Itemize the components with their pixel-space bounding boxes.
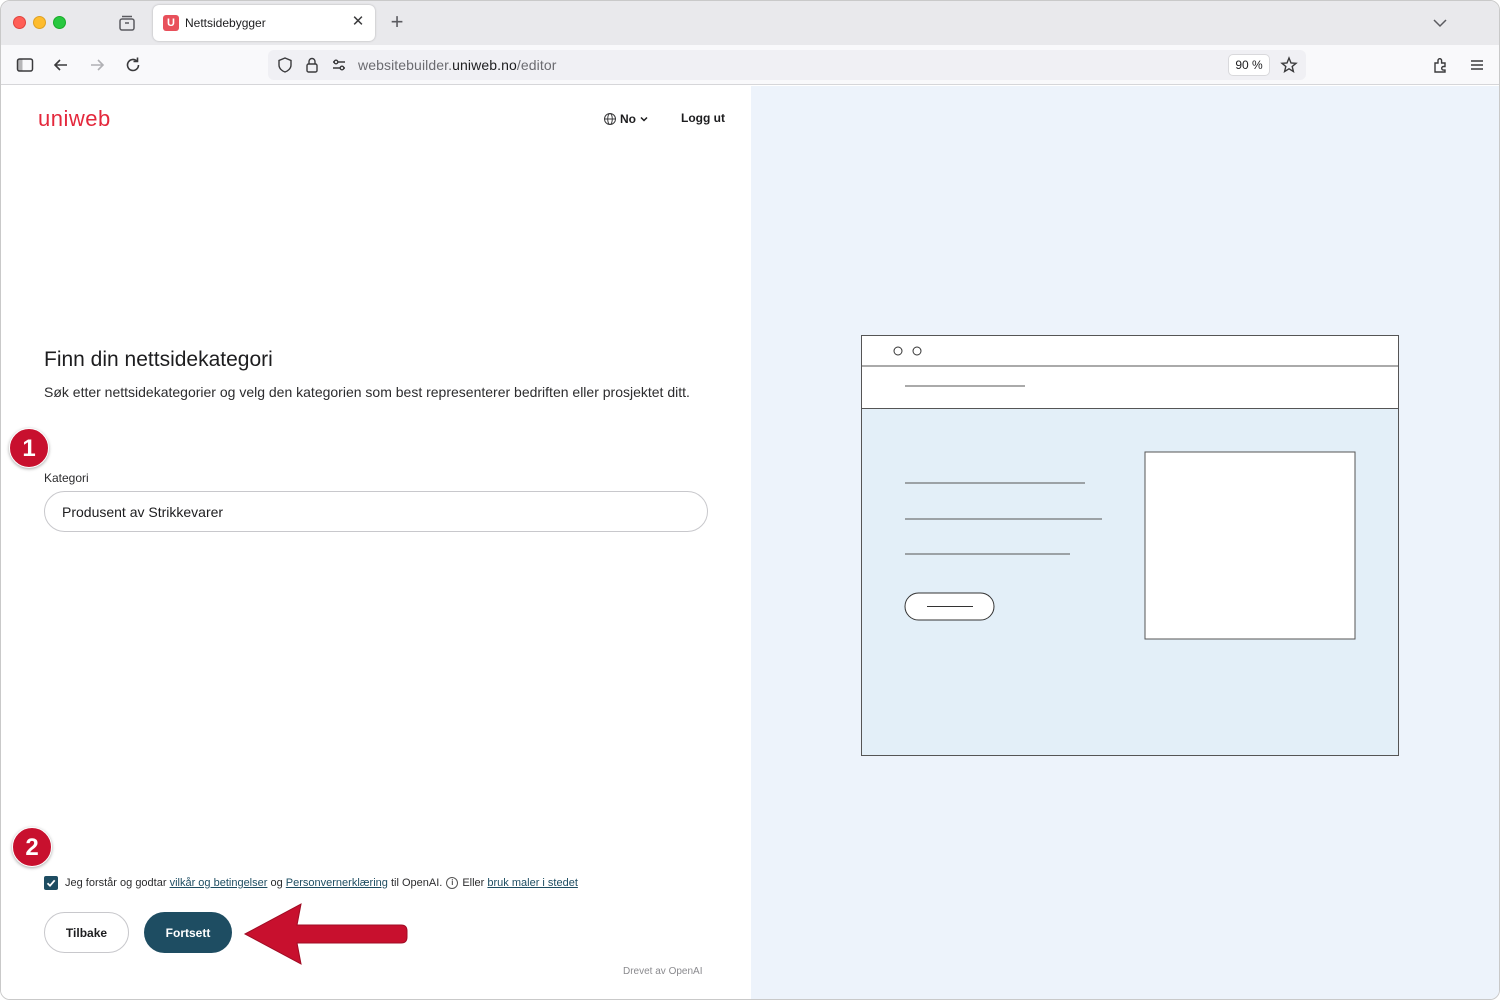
close-window-button[interactable] — [13, 16, 26, 29]
url-host: uniweb.no — [452, 57, 517, 73]
step-1-badge: 1 — [9, 428, 49, 468]
category-input[interactable] — [44, 491, 708, 532]
info-icon[interactable]: i — [446, 877, 459, 889]
menu-hamburger-icon[interactable] — [1467, 55, 1487, 75]
form-pane: uniweb No Logg ut Finn din nettsidekateg… — [1, 86, 751, 999]
tab-bar: U Nettsidebygger ✕ + — [1, 1, 1499, 45]
globe-icon — [604, 113, 616, 125]
back-button[interactable]: Tilbake — [44, 912, 129, 953]
back-arrow-icon[interactable] — [51, 55, 71, 75]
extensions-icon[interactable] — [1431, 55, 1451, 75]
url-prefix: websitebuilder. — [358, 57, 453, 73]
address-bar[interactable]: websitebuilder.uniweb.no/editor 90 % — [268, 50, 1306, 80]
privacy-link[interactable]: Personvernerklæring — [286, 877, 388, 889]
arrow-annotation-icon — [243, 903, 408, 965]
browser-window: U Nettsidebygger ✕ + websitebuilder.uniw… — [0, 0, 1500, 1000]
consent-checkbox[interactable] — [44, 876, 58, 890]
consent-text-middle: og — [270, 877, 283, 889]
shield-icon[interactable] — [276, 56, 294, 74]
consent-text-after: til OpenAI. — [390, 877, 443, 889]
preview-pane — [751, 86, 1499, 999]
page-content: uniweb No Logg ut Finn din nettsidekateg… — [1, 86, 1499, 999]
new-tab-icon[interactable]: + — [387, 11, 407, 33]
site-settings-icon[interactable] — [330, 56, 348, 74]
logout-link[interactable]: Logg ut — [681, 111, 725, 125]
uniweb-favicon-icon: U — [163, 15, 179, 31]
language-label: No — [620, 112, 636, 126]
url-text[interactable]: websitebuilder.uniweb.no/editor — [358, 57, 556, 73]
reload-icon[interactable] — [123, 55, 143, 75]
chevron-down-icon — [640, 116, 648, 122]
forward-arrow-icon[interactable] — [87, 55, 107, 75]
continue-button[interactable]: Fortsett — [144, 912, 232, 953]
tab-active[interactable]: U Nettsidebygger ✕ — [153, 5, 375, 41]
chevron-down-icon[interactable] — [1431, 14, 1449, 32]
close-tab-icon[interactable]: ✕ — [349, 13, 367, 31]
checkmark-icon — [46, 879, 56, 888]
page-title: Finn din nettsidekategori — [44, 348, 273, 371]
powered-by-text: Drevet av OpenAI — [623, 966, 703, 977]
logo-text: uniweb — [38, 106, 111, 131]
bookmark-star-icon[interactable] — [1280, 56, 1298, 74]
consent-row: Jeg forstår og godtar vilkår og betingel… — [44, 875, 578, 891]
zoom-level-badge[interactable]: 90 % — [1228, 54, 1270, 76]
minimize-window-button[interactable] — [33, 16, 46, 29]
uniweb-logo[interactable]: uniweb — [38, 106, 138, 132]
navigation-toolbar: websitebuilder.uniweb.no/editor 90 % — [1, 45, 1499, 85]
page-description: Søk etter nettsidekategorier og velg den… — [44, 384, 690, 400]
language-selector[interactable]: No — [603, 110, 649, 128]
website-wireframe-illustration — [861, 335, 1399, 756]
step-2-badge: 2 — [12, 827, 52, 867]
tab-overview-icon[interactable] — [117, 13, 137, 33]
consent-text-before: Jeg forstår og godtar — [65, 877, 167, 889]
tab-title: Nettsidebygger — [185, 16, 266, 30]
url-path: /editor — [516, 57, 557, 73]
category-label: Kategori — [44, 471, 89, 485]
lock-icon[interactable] — [303, 56, 321, 74]
or-text: Eller — [462, 877, 485, 889]
maximize-window-button[interactable] — [53, 16, 66, 29]
terms-link[interactable]: vilkår og betingelser — [170, 877, 268, 889]
sidebar-toggle-icon[interactable] — [15, 55, 35, 75]
use-templates-link[interactable]: bruk maler i stedet — [487, 877, 577, 889]
